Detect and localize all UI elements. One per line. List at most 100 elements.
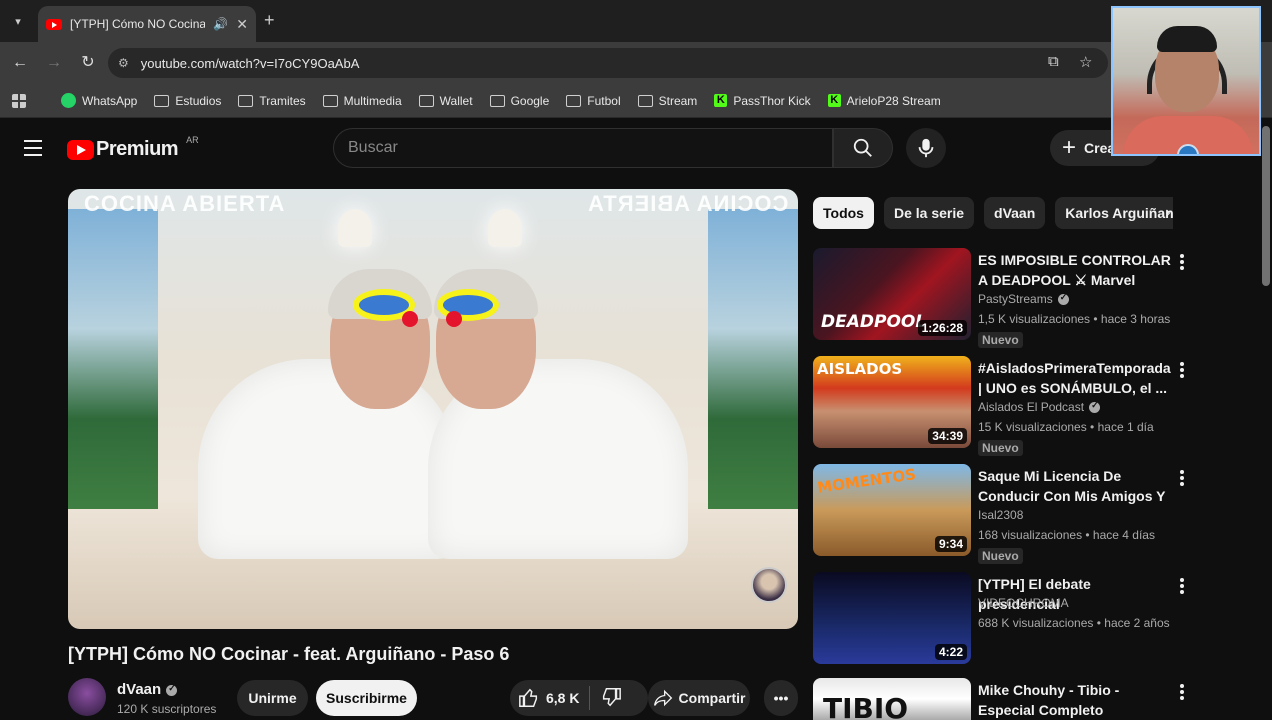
more-vertical-icon[interactable] xyxy=(1175,252,1189,272)
search-button[interactable] xyxy=(833,128,893,168)
join-button[interactable]: Unirme xyxy=(237,680,308,716)
channel-name[interactable]: PastyStreams xyxy=(978,292,1069,306)
bookmarks-bar: WhatsApp Estudios Tramites Multimedia Wa… xyxy=(0,84,1272,118)
recommended-video[interactable]: MOMENTOS 9:34 Saque Mi Licencia De Condu… xyxy=(813,464,1193,564)
address-toolbar: ← → ↻ ⚙ youtube.com/watch?v=I7oCY9OaAbA … xyxy=(0,42,1272,84)
subscribe-button[interactable]: Suscribirme xyxy=(316,680,417,716)
new-tab-icon[interactable]: + xyxy=(264,10,275,31)
bookmark-wallet[interactable]: Wallet xyxy=(418,94,473,108)
chip-de-la-serie[interactable]: De la serie xyxy=(883,197,975,229)
video-thumbnail[interactable]: 4:22 xyxy=(813,572,971,664)
channel-name[interactable]: Isal2308 xyxy=(978,508,1023,522)
close-tab-icon[interactable]: ✕ xyxy=(236,16,248,33)
bookmark-passthor-kick[interactable]: K PassThor Kick xyxy=(714,94,811,108)
url-field[interactable]: ⚙ youtube.com/watch?v=I7oCY9OaAbA xyxy=(108,48,1108,78)
recommended-video[interactable]: 4:22 [YTPH] El debate presidencial VIDEO… xyxy=(813,572,1193,668)
new-badge: Nuevo xyxy=(978,332,1023,348)
video-thumbnail[interactable]: MOMENTOS 9:34 xyxy=(813,464,971,556)
bookmark-multimedia[interactable]: Multimedia xyxy=(322,94,402,108)
site-settings-icon[interactable]: ⚙ xyxy=(118,56,129,70)
search-input[interactable]: Buscar xyxy=(333,128,833,168)
video-title: [YTPH] Cómo NO Cocinar - feat. Arguiñano… xyxy=(68,644,510,664)
video-duration: 1:26:28 xyxy=(917,320,967,336)
bookmark-star-icon[interactable]: ☆ xyxy=(1079,53,1092,71)
youtube-favicon-icon xyxy=(46,18,62,30)
apps-grid-icon[interactable] xyxy=(12,93,44,108)
youtube-premium-logo[interactable]: Premium AR xyxy=(67,135,199,161)
folder-icon xyxy=(418,94,434,107)
recommended-video[interactable]: AISLADOS 34:39 #AisladosPrimeraTemporada… xyxy=(813,356,1193,456)
more-vertical-icon[interactable] xyxy=(1175,360,1189,380)
bookmark-estudios[interactable]: Estudios xyxy=(154,94,221,108)
whatsapp-icon xyxy=(61,93,76,108)
chip-todos[interactable]: Todos xyxy=(813,197,874,229)
video-title[interactable]: #AisladosPrimeraTemporada | UNO es SONÁM… xyxy=(978,358,1173,398)
bookmark-tramites[interactable]: Tramites xyxy=(238,94,306,108)
folder-icon xyxy=(322,94,338,107)
video-title[interactable]: Saque Mi Licencia De Conducir Con Mis Am… xyxy=(978,466,1173,506)
bookmark-whatsapp[interactable]: WhatsApp xyxy=(61,93,137,108)
url-text: youtube.com/watch?v=I7oCY9OaAbA xyxy=(140,55,360,71)
clown-nose xyxy=(402,311,418,327)
chevron-right-icon[interactable]: › xyxy=(1156,199,1180,227)
microphone-icon xyxy=(918,138,934,158)
back-arrow-icon[interactable]: ← xyxy=(10,53,30,73)
video-duration: 9:34 xyxy=(934,536,967,552)
video-watermark-mirrored: COCINA ABIERTA xyxy=(586,191,788,216)
browser-tab-bar: ▾ [YTPH] Cómo NO Cocinar - 🔊 ✕ + xyxy=(0,0,1272,42)
install-app-icon[interactable]: ⧉ xyxy=(1048,53,1059,70)
page-scrollbar[interactable] xyxy=(1262,126,1270,286)
tab-search-chevron-icon[interactable]: ▾ xyxy=(6,9,30,33)
video-player[interactable]: COCINA ABIERTA COCINA ABIERTA xyxy=(68,189,798,629)
thumbs-down-icon xyxy=(603,687,622,706)
folder-icon xyxy=(154,94,170,107)
youtube-play-logo-icon xyxy=(67,139,94,160)
video-watermark: COCINA ABIERTA xyxy=(84,191,286,216)
reload-icon[interactable]: ↻ xyxy=(78,53,98,73)
video-thumbnail[interactable]: TIBIO xyxy=(813,678,971,720)
chip-dvaan[interactable]: dVaan xyxy=(984,197,1046,229)
kick-icon: K xyxy=(714,94,728,107)
folder-icon xyxy=(637,94,653,107)
more-vertical-icon[interactable] xyxy=(1175,682,1189,702)
bookmark-arielop28-stream[interactable]: K ArieloP28 Stream xyxy=(827,94,941,108)
video-duration: 4:22 xyxy=(934,644,967,660)
browser-tab[interactable]: [YTPH] Cómo NO Cocinar - 🔊 ✕ xyxy=(38,6,256,42)
bookmark-google[interactable]: Google xyxy=(489,94,549,108)
more-vertical-icon[interactable] xyxy=(1175,468,1189,488)
like-button[interactable]: 6,8 K xyxy=(518,687,579,709)
more-actions-button[interactable]: ••• xyxy=(764,680,798,716)
recommended-video[interactable]: TIBIO Mike Chouhy - Tibio - Especial Com… xyxy=(813,678,1193,720)
webcam-overlay xyxy=(1111,6,1261,156)
new-badge: Nuevo xyxy=(978,548,1023,564)
channel-watermark[interactable] xyxy=(751,567,787,603)
video-title[interactable]: Mike Chouhy - Tibio - Especial Completo xyxy=(978,680,1173,720)
channel-name[interactable]: dVaan xyxy=(117,681,178,698)
video-duration: 34:39 xyxy=(928,428,967,444)
new-badge: Nuevo xyxy=(978,440,1023,456)
dislike-button[interactable] xyxy=(600,686,622,711)
video-thumbnail[interactable]: AISLADOS 34:39 xyxy=(813,356,971,448)
more-vertical-icon[interactable] xyxy=(1175,576,1189,596)
forward-arrow-icon[interactable]: → xyxy=(44,53,64,73)
search-icon xyxy=(853,138,872,157)
video-meta: 1,5 K visualizaciones • hace 3 horas xyxy=(978,312,1171,326)
youtube-header: Premium AR Buscar + Crear xyxy=(0,118,1272,180)
chef-left xyxy=(198,359,458,559)
share-button[interactable]: Compartir xyxy=(648,680,750,716)
channel-avatar[interactable] xyxy=(68,678,106,716)
clown-glasses xyxy=(353,289,503,323)
bookmark-futbol[interactable]: Futbol xyxy=(566,94,621,108)
verified-icon xyxy=(166,683,178,696)
speaker-icon[interactable]: 🔊 xyxy=(213,17,228,31)
video-title[interactable]: ES IMPOSIBLE CONTROLAR A DEADPOOL ⚔ Marv… xyxy=(978,250,1173,290)
video-thumbnail[interactable]: DEADPOOL 1:26:28 xyxy=(813,248,971,340)
bookmark-stream[interactable]: Stream xyxy=(637,94,697,108)
recommended-video[interactable]: DEADPOOL 1:26:28 ES IMPOSIBLE CONTROLAR … xyxy=(813,248,1193,348)
folder-icon xyxy=(489,94,505,107)
channel-name[interactable]: VIDEOCHROMA xyxy=(978,596,1069,610)
verified-icon xyxy=(1057,292,1069,306)
voice-search-button[interactable] xyxy=(906,128,946,168)
hamburger-menu-icon[interactable] xyxy=(24,140,42,156)
channel-name[interactable]: Aislados El Podcast xyxy=(978,400,1101,414)
